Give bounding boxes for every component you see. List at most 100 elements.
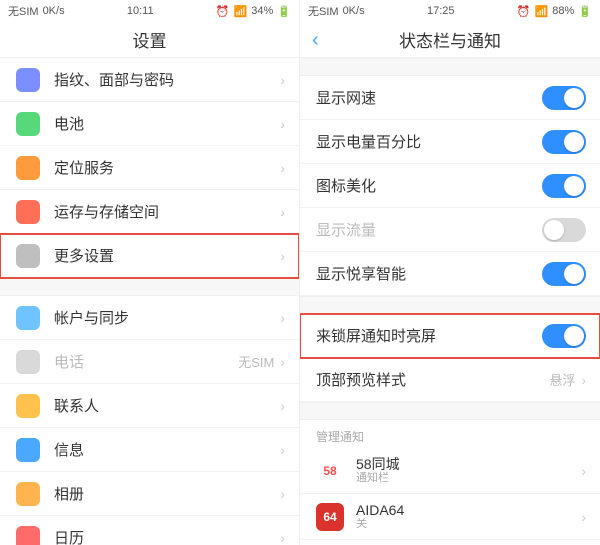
row-icon (16, 526, 40, 545)
row-label: 相册 (54, 483, 280, 504)
row-icon (16, 112, 40, 136)
chevron-right-icon: › (280, 398, 285, 414)
chevron-right-icon: › (280, 354, 285, 370)
back-button[interactable]: ‹ (312, 30, 319, 50)
page-title: 状态栏与通知 (399, 27, 501, 52)
row-label: 日历 (54, 527, 280, 545)
app-sub: 关 (356, 518, 581, 531)
row-icon (16, 306, 40, 330)
net-speed: 0K/s (343, 5, 365, 17)
toggle-row[interactable]: 显示流量 (300, 208, 600, 252)
toggle-row[interactable]: 来锁屏通知时亮屏 (300, 314, 600, 358)
title-bar: 设置 (0, 22, 299, 58)
row-label: 联系人 (54, 395, 280, 416)
sim-status: 无SIM (8, 3, 39, 19)
row-label: 指纹、面部与密码 (54, 69, 280, 90)
settings-row[interactable]: 指纹、面部与密码› (0, 58, 299, 102)
toggle-switch[interactable] (542, 218, 586, 242)
row-icon (16, 200, 40, 224)
toggle-row[interactable]: 显示悦享智能 (300, 252, 600, 296)
chevron-right-icon: › (280, 72, 285, 88)
alarm-icon: ⏰ (517, 5, 531, 18)
row-value: 悬浮 (549, 370, 575, 389)
chevron-right-icon: › (581, 463, 586, 479)
app-name: 58同城 (356, 456, 581, 473)
preview-style-row[interactable]: 顶部预览样式悬浮› (300, 358, 600, 402)
app-icon: 58 (316, 457, 344, 485)
battery-icon: 🔋 (578, 5, 592, 18)
settings-screen: 无SIM 0K/s 10:11 ⏰ 📶 34% 🔋 设置 指纹、面部与密码›电池… (0, 0, 300, 545)
app-notification-row[interactable]: Faceu激萌通知栏› (300, 540, 600, 545)
toggle-switch[interactable] (542, 130, 586, 154)
row-icon (16, 156, 40, 180)
row-icon (16, 394, 40, 418)
toggle-switch[interactable] (542, 86, 586, 110)
row-icon (16, 438, 40, 462)
notification-list: 显示网速显示电量百分比图标美化显示流量显示悦享智能来锁屏通知时亮屏顶部预览样式悬… (300, 58, 600, 545)
clock: 17:25 (427, 5, 455, 17)
settings-row[interactable]: 日历› (0, 516, 299, 545)
row-icon (16, 244, 40, 268)
chevron-right-icon: › (280, 530, 285, 545)
battery-text: 88% (552, 5, 574, 17)
row-label: 来锁屏通知时亮屏 (316, 325, 542, 346)
toggle-switch[interactable] (542, 262, 586, 286)
row-label: 显示电量百分比 (316, 131, 542, 152)
chevron-right-icon: › (280, 204, 285, 220)
toggle-row[interactable]: 显示电量百分比 (300, 120, 600, 164)
settings-list: 指纹、面部与密码›电池›定位服务›运存与存储空间›更多设置›帐户与同步›电话无S… (0, 58, 299, 545)
statusbar-notification-screen: 无SIM 0K/s 17:25 ⏰ 📶 88% 🔋 ‹ 状态栏与通知 显示网速显… (300, 0, 600, 545)
settings-row[interactable]: 联系人› (0, 384, 299, 428)
row-label: 更多设置 (54, 245, 280, 266)
wifi-icon: 📶 (234, 5, 248, 18)
title-bar: ‹ 状态栏与通知 (300, 22, 600, 58)
row-label: 显示流量 (316, 219, 542, 240)
row-label: 信息 (54, 439, 280, 460)
battery-icon: 🔋 (277, 5, 291, 18)
toggle-row[interactable]: 图标美化 (300, 164, 600, 208)
chevron-right-icon: › (280, 160, 285, 176)
row-label: 定位服务 (54, 157, 280, 178)
page-title: 设置 (133, 27, 167, 52)
settings-row[interactable]: 相册› (0, 472, 299, 516)
row-label: 顶部预览样式 (316, 369, 549, 390)
row-icon (16, 350, 40, 374)
settings-row[interactable]: 运存与存储空间› (0, 190, 299, 234)
app-notification-row[interactable]: 58 58同城通知栏› (300, 448, 600, 494)
row-label: 图标美化 (316, 175, 542, 196)
row-label: 电池 (54, 113, 280, 134)
net-speed: 0K/s (43, 5, 65, 17)
settings-row[interactable]: 电池› (0, 102, 299, 146)
settings-row[interactable]: 更多设置› (0, 234, 299, 278)
alarm-icon: ⏰ (216, 5, 230, 18)
chevron-right-icon: › (280, 310, 285, 326)
clock: 10:11 (127, 5, 154, 17)
app-icon: 64 (316, 503, 344, 531)
chevron-right-icon: › (581, 509, 586, 525)
row-icon (16, 68, 40, 92)
row-label: 帐户与同步 (54, 307, 280, 328)
row-value: 无SIM (238, 352, 274, 371)
settings-row[interactable]: 定位服务› (0, 146, 299, 190)
status-bar: 无SIM 0K/s 17:25 ⏰ 📶 88% 🔋 (300, 0, 600, 22)
status-bar: 无SIM 0K/s 10:11 ⏰ 📶 34% 🔋 (0, 0, 299, 22)
row-icon (16, 482, 40, 506)
chevron-right-icon: › (280, 486, 285, 502)
wifi-icon: 📶 (535, 5, 549, 18)
row-label: 显示网速 (316, 87, 542, 108)
app-name: AIDA64 (356, 502, 581, 519)
app-sub: 通知栏 (356, 472, 581, 485)
row-label: 显示悦享智能 (316, 263, 542, 284)
settings-row[interactable]: 信息› (0, 428, 299, 472)
settings-row[interactable]: 电话无SIM › (0, 340, 299, 384)
sim-status: 无SIM (308, 3, 339, 19)
app-notification-row[interactable]: 64 AIDA64关› (300, 494, 600, 540)
toggle-switch[interactable] (542, 324, 586, 348)
row-label: 电话 (54, 351, 238, 372)
toggle-row[interactable]: 显示网速 (300, 76, 600, 120)
chevron-right-icon: › (280, 116, 285, 132)
section-header: 管理通知 (300, 420, 600, 448)
settings-row[interactable]: 帐户与同步› (0, 296, 299, 340)
chevron-right-icon: › (280, 442, 285, 458)
toggle-switch[interactable] (542, 174, 586, 198)
